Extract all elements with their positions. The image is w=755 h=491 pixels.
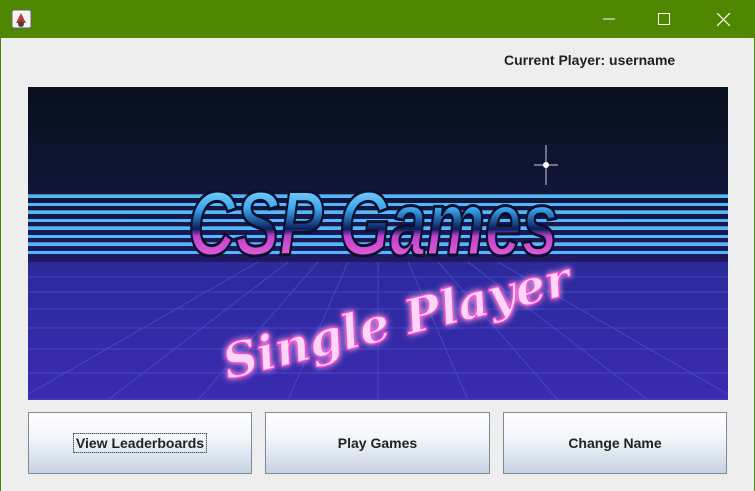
change-name-label: Change Name [568, 435, 662, 451]
banner-image: CSP Games Single Player [28, 87, 728, 400]
minimize-icon [603, 18, 615, 20]
close-icon [716, 12, 730, 26]
view-leaderboards-button[interactable]: View Leaderboards [28, 412, 252, 474]
play-games-label: Play Games [337, 435, 418, 451]
banner-title: CSP Games [188, 173, 558, 275]
current-player-label: Current Player: username [504, 52, 676, 68]
change-name-button[interactable]: Change Name [503, 412, 727, 474]
minimize-button[interactable] [586, 0, 632, 38]
maximize-icon [658, 13, 670, 25]
title-bar [0, 0, 755, 38]
window-frame-left [0, 38, 1, 491]
close-button[interactable] [700, 0, 746, 38]
java-app-icon [11, 9, 32, 29]
maximize-button[interactable] [641, 0, 687, 38]
play-games-button[interactable]: Play Games [265, 412, 490, 474]
view-leaderboards-label: View Leaderboards [72, 433, 208, 453]
